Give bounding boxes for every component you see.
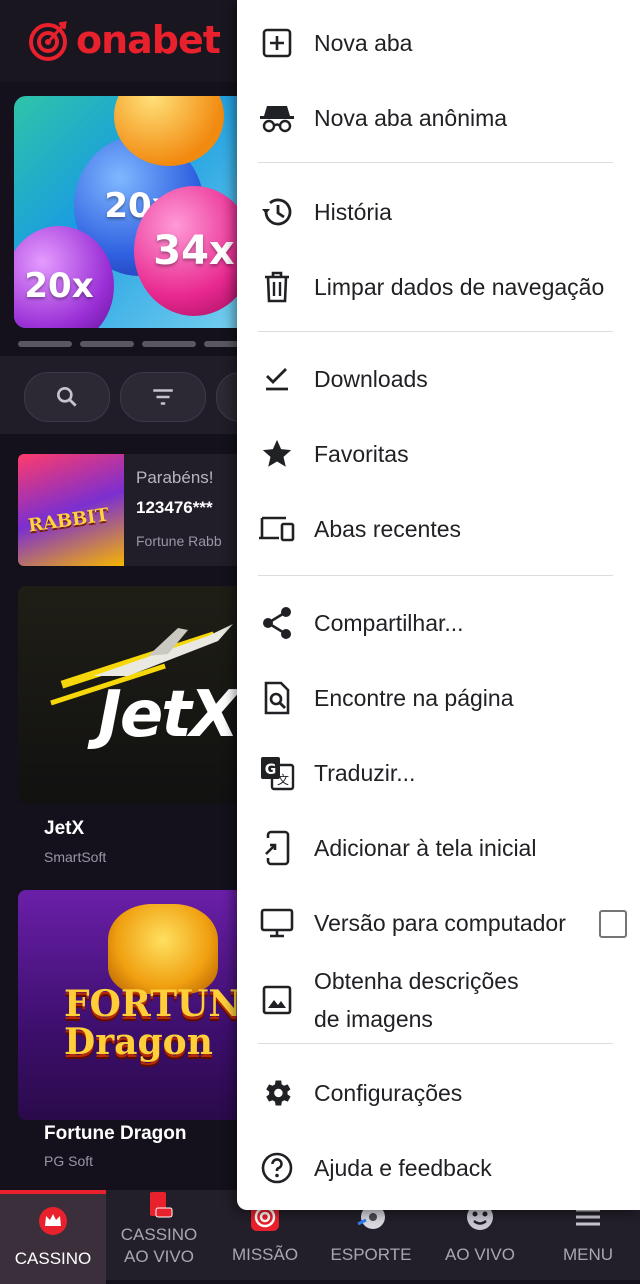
balloon-multiplier: 34x — [153, 228, 235, 274]
nav-cassino[interactable]: CASSINO — [0, 1190, 106, 1284]
desktop-site-checkbox[interactable] — [599, 910, 627, 938]
download-done-icon — [258, 360, 296, 398]
onabet-logo[interactable]: onabet — [26, 18, 221, 62]
incognito-icon — [258, 99, 296, 137]
carousel-dot[interactable] — [80, 341, 134, 347]
menu-item-bookmarks[interactable]: Favoritas — [237, 416, 640, 491]
menu-item-image-descriptions[interactable]: Obtenha descrições de imagens — [237, 960, 640, 1040]
jet-plane-icon — [93, 624, 233, 676]
menu-item-label: Nova aba — [314, 29, 413, 56]
nav-label: CASSINO — [14, 1249, 92, 1268]
carousel-dots — [18, 341, 258, 347]
winner-title: Parabéns! — [136, 468, 214, 487]
menu-item-label: Configurações — [314, 1079, 463, 1106]
menu-item-help[interactable]: Ajuda e feedback — [237, 1130, 640, 1205]
jetx-logo: JetX — [98, 678, 239, 752]
fortune-dragon-logo: FORTUNE Dragon — [64, 983, 258, 1063]
jetx-logo-text: JetX — [98, 678, 239, 752]
game-card-image[interactable]: JetX — [18, 586, 258, 804]
menu-item-label: Compartilhar... — [314, 609, 464, 636]
winner-card[interactable]: RABBIT Parabéns! 123476*** Fortune Rabb — [18, 454, 258, 566]
menu-item-label: Traduzir... — [314, 759, 416, 786]
menu-item-downloads[interactable]: Downloads — [237, 341, 640, 416]
menu-item-label-line: Obtenha descrições — [314, 968, 519, 994]
help-icon — [258, 1149, 296, 1187]
crown-icon — [38, 1206, 68, 1236]
game-card-image[interactable]: FORTUNE Dragon — [18, 890, 258, 1120]
gear-icon — [258, 1074, 296, 1112]
dragon-art — [108, 904, 218, 994]
menu-divider — [258, 575, 613, 576]
filter-button[interactable] — [120, 372, 206, 422]
translate-icon: G文 — [258, 754, 296, 792]
browser-overflow-menu: Nova aba Nova aba anônima História Limpa… — [237, 0, 640, 1210]
trash-icon — [258, 268, 296, 306]
menu-item-history[interactable]: História — [237, 174, 640, 249]
menu-item-recent-tabs[interactable]: Abas recentes — [237, 491, 640, 566]
search-button[interactable] — [24, 372, 110, 422]
monitor-icon — [258, 904, 296, 942]
star-icon — [258, 435, 296, 473]
menu-item-label-line: de imagens — [314, 1006, 433, 1032]
logo-text: onabet — [76, 18, 221, 62]
nav-label: CASSINO AO VIVO — [121, 1224, 198, 1268]
live-icon — [144, 1190, 174, 1220]
menu-item-find[interactable]: Encontre na página — [237, 660, 640, 735]
game-title[interactable]: Fortune Dragon — [44, 1123, 187, 1145]
menu-item-add-home[interactable]: Adicionar à tela inicial — [237, 810, 640, 885]
nav-label: MISSÃO — [231, 1245, 299, 1264]
menu-item-label: Adicionar à tela inicial — [314, 834, 537, 861]
image-icon — [258, 981, 296, 1019]
nav-label: AO VIVO — [445, 1245, 515, 1264]
menu-item-label: Nova aba anônima — [314, 104, 508, 131]
menu-divider — [258, 162, 613, 163]
menu-item-label: Favoritas — [314, 440, 409, 467]
menu-item-clear-data[interactable]: Limpar dados de navegação — [237, 249, 640, 324]
menu-item-label: Encontre na página — [314, 684, 514, 711]
nav-label: ESPORTE — [330, 1245, 412, 1264]
new-tab-icon — [258, 24, 296, 62]
filter-icon — [153, 389, 173, 405]
devices-icon — [258, 510, 296, 548]
balloon: 34x — [134, 186, 254, 316]
menu-item-share[interactable]: Compartilhar... — [237, 585, 640, 660]
game-thumbnail: RABBIT — [18, 454, 124, 566]
menu-item-label: Obtenha descrições de imagens — [314, 962, 519, 1038]
menu-item-desktop-site[interactable]: Versão para computador — [237, 885, 640, 960]
menu-divider — [258, 331, 613, 332]
carousel-dot[interactable] — [142, 341, 196, 347]
nav-cassino-ao-vivo[interactable]: CASSINO AO VIVO — [106, 1190, 212, 1280]
game-title[interactable]: JetX — [44, 818, 84, 840]
thumbnail-art-text: RABBIT — [26, 504, 111, 537]
menu-item-new-tab[interactable]: Nova aba — [237, 5, 640, 80]
balloon-multiplier: 20x — [24, 266, 94, 306]
menu-item-settings[interactable]: Configurações — [237, 1055, 640, 1130]
share-icon — [258, 604, 296, 642]
history-icon — [258, 193, 296, 231]
menu-divider — [258, 1043, 613, 1044]
hero-banner[interactable]: 20x 34x 20x — [14, 96, 254, 328]
game-provider: PG Soft — [44, 1153, 94, 1169]
search-icon — [57, 387, 77, 407]
menu-item-label: Abas recentes — [314, 515, 462, 542]
menu-item-label: Downloads — [314, 365, 428, 392]
carousel-dot[interactable] — [18, 341, 72, 347]
winner-player: 123476*** — [136, 498, 213, 517]
svg-text:文: 文 — [277, 772, 289, 787]
menu-item-label: Limpar dados de navegação — [314, 273, 605, 300]
menu-item-label: Versão para computador — [314, 909, 566, 936]
menu-item-translate[interactable]: G文 Traduzir... — [237, 735, 640, 810]
svg-text:G: G — [265, 762, 277, 778]
target-logo-icon — [29, 21, 67, 61]
nav-label-text: CASSINO AO VIVO — [120, 1225, 198, 1267]
add-to-home-icon — [258, 829, 296, 867]
winner-game: Fortune Rabb — [136, 533, 222, 549]
menu-item-label: História — [314, 198, 392, 225]
menu-item-incognito[interactable]: Nova aba anônima — [237, 80, 640, 155]
menu-item-label: Ajuda e feedback — [314, 1154, 492, 1181]
nav-label: MENU — [562, 1245, 614, 1264]
find-in-page-icon — [258, 679, 296, 717]
game-provider: SmartSoft — [44, 849, 107, 865]
